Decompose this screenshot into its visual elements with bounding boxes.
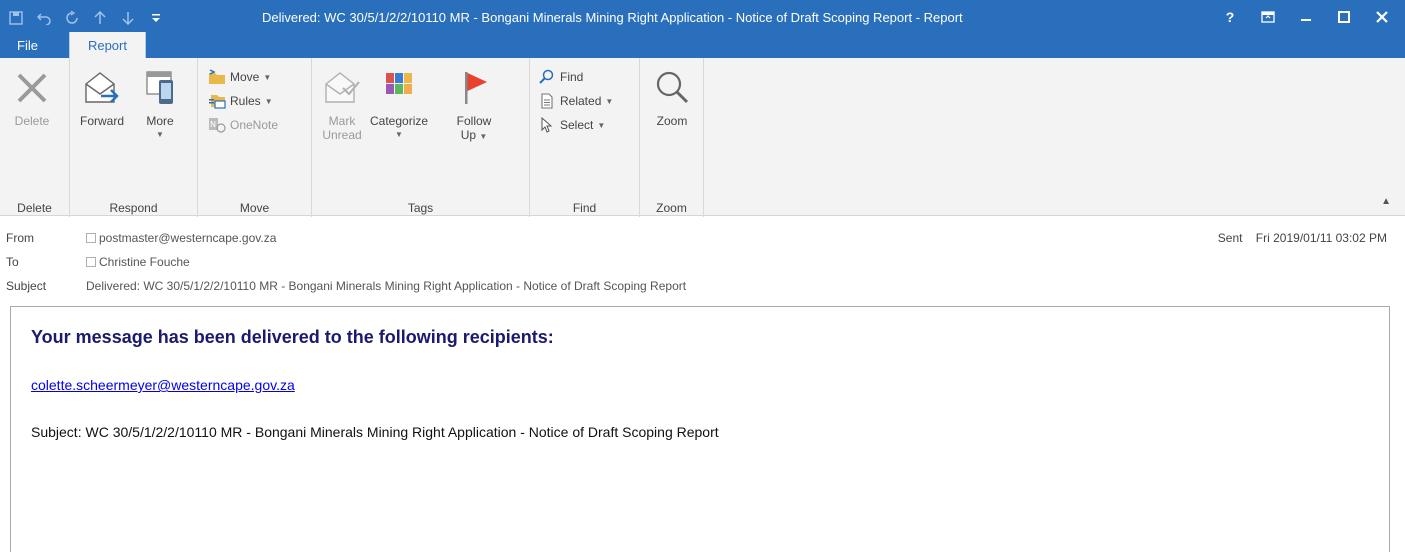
delete-group: Delete Delete [0,58,70,218]
redo-icon[interactable] [64,10,80,26]
minimize-icon[interactable] [1293,6,1319,28]
ribbon-groups: Delete Delete Forward More ▼ Respond Mov… [0,58,704,218]
group-label-delete: Delete [17,201,52,215]
delete-x-icon [12,68,52,108]
group-label-respond: Respond [109,201,158,215]
down-arrow-icon[interactable] [120,10,136,26]
categorize-dropdown-icon: ▼ [395,130,403,139]
more-dropdown-icon: ▼ [156,130,164,139]
message-header: From postmaster@westerncape.gov.za Sent … [0,217,1405,305]
ribbon: Delete Delete Forward More ▼ Respond Mov… [0,58,1405,218]
customize-qat-icon[interactable] [148,10,164,26]
presence-icon [86,233,96,243]
onenote-icon: N [208,116,226,134]
search-icon [538,68,556,86]
move-group: Move ▼ Rules ▼ N OneNote Move [198,58,312,218]
select-button[interactable]: Select ▼ [538,114,605,136]
rules-button[interactable]: Rules ▼ [208,90,273,112]
svg-text:N: N [210,120,216,129]
select-dropdown-icon: ▼ [597,120,606,130]
zoom-button[interactable]: Zoom [652,68,692,128]
related-button[interactable]: Related ▼ [538,90,613,112]
undo-icon[interactable] [36,10,52,26]
find-group: Find Related ▼ Select ▼ Find [530,58,640,218]
delivery-heading: Your message has been delivered to the f… [31,327,554,347]
close-icon[interactable] [1369,6,1395,28]
group-label-move: Move [239,201,270,215]
zoom-group: Zoom Zoom [640,58,704,218]
message-body: Your message has been delivered to the f… [10,306,1390,552]
delete-button[interactable]: Delete [12,68,52,128]
cursor-icon [538,116,556,134]
rules-dropdown-icon: ▼ [264,96,273,106]
sent-row: Sent Fri 2019/01/11 03:02 PM [1218,231,1387,245]
ribbon-display-options-icon[interactable] [1255,6,1281,28]
related-dropdown-icon: ▼ [605,96,614,106]
subject-label: Subject [6,279,47,293]
move-folder-icon [208,68,226,86]
forward-icon [82,68,122,108]
group-label-tags: Tags [407,201,434,215]
up-arrow-icon[interactable] [92,10,108,26]
from-label: From [6,231,34,245]
respond-group: Forward More ▼ Respond [70,58,198,218]
group-label-find: Find [572,201,597,215]
title-bar: Delivered: WC 30/5/1/2/2/10110 MR - Bong… [0,0,1405,58]
help-button[interactable]: ? [1217,6,1243,28]
quick-access-toolbar [8,10,164,26]
forward-button[interactable]: Forward [80,68,124,128]
onenote-button[interactable]: N OneNote [208,114,278,136]
sent-value: Fri 2019/01/11 03:02 PM [1255,231,1387,245]
window-title: Delivered: WC 30/5/1/2/2/10110 MR - Bong… [262,10,963,25]
to-value[interactable]: Christine Fouche [86,255,190,269]
zoom-magnifier-icon [652,68,692,108]
follow-up-dropdown-icon: ▼ [479,132,488,141]
move-button[interactable]: Move ▼ [208,66,271,88]
original-subject: Subject: WC 30/5/1/2/2/10110 MR - Bongan… [31,424,719,440]
sent-label: Sent [1217,231,1243,245]
more-phone-icon [140,68,180,108]
mark-unread-button[interactable]: Mark Unread [322,68,362,142]
subject-row: Subject Delivered: WC 30/5/1/2/2/10110 M… [6,279,686,293]
flag-icon [454,68,494,108]
more-button[interactable]: More ▼ [140,68,180,139]
to-row: To Christine Fouche [6,255,190,269]
categorize-icon [379,68,419,108]
presence-icon [86,257,96,267]
recipient-link[interactable]: colette.scheermeyer@westerncape.gov.za [31,377,295,393]
collapse-ribbon-icon[interactable]: ▲ [1381,196,1391,207]
tags-group: Mark Unread Categorize ▼ Follow Up ▼ Tag… [312,58,530,218]
to-label: To [6,255,19,269]
window-controls: ? [1217,6,1395,28]
related-document-icon [538,92,556,110]
save-icon[interactable] [8,10,24,26]
move-dropdown-icon: ▼ [263,72,272,82]
find-button[interactable]: Find [538,66,583,88]
categorize-button[interactable]: Categorize ▼ [370,68,428,139]
tab-report[interactable]: Report [68,32,146,58]
subject-value: Delivered: WC 30/5/1/2/2/10110 MR - Bong… [86,279,687,293]
mark-unread-icon [322,68,362,108]
ribbon-tabs: File Report [0,32,146,58]
follow-up-button[interactable]: Follow Up ▼ [454,68,494,144]
group-label-zoom: Zoom [656,201,687,215]
rules-icon [208,92,226,110]
from-row: From postmaster@westerncape.gov.za [6,231,276,245]
maximize-icon[interactable] [1331,6,1357,28]
from-value[interactable]: postmaster@westerncape.gov.za [86,231,276,245]
tab-file[interactable]: File [0,32,55,58]
